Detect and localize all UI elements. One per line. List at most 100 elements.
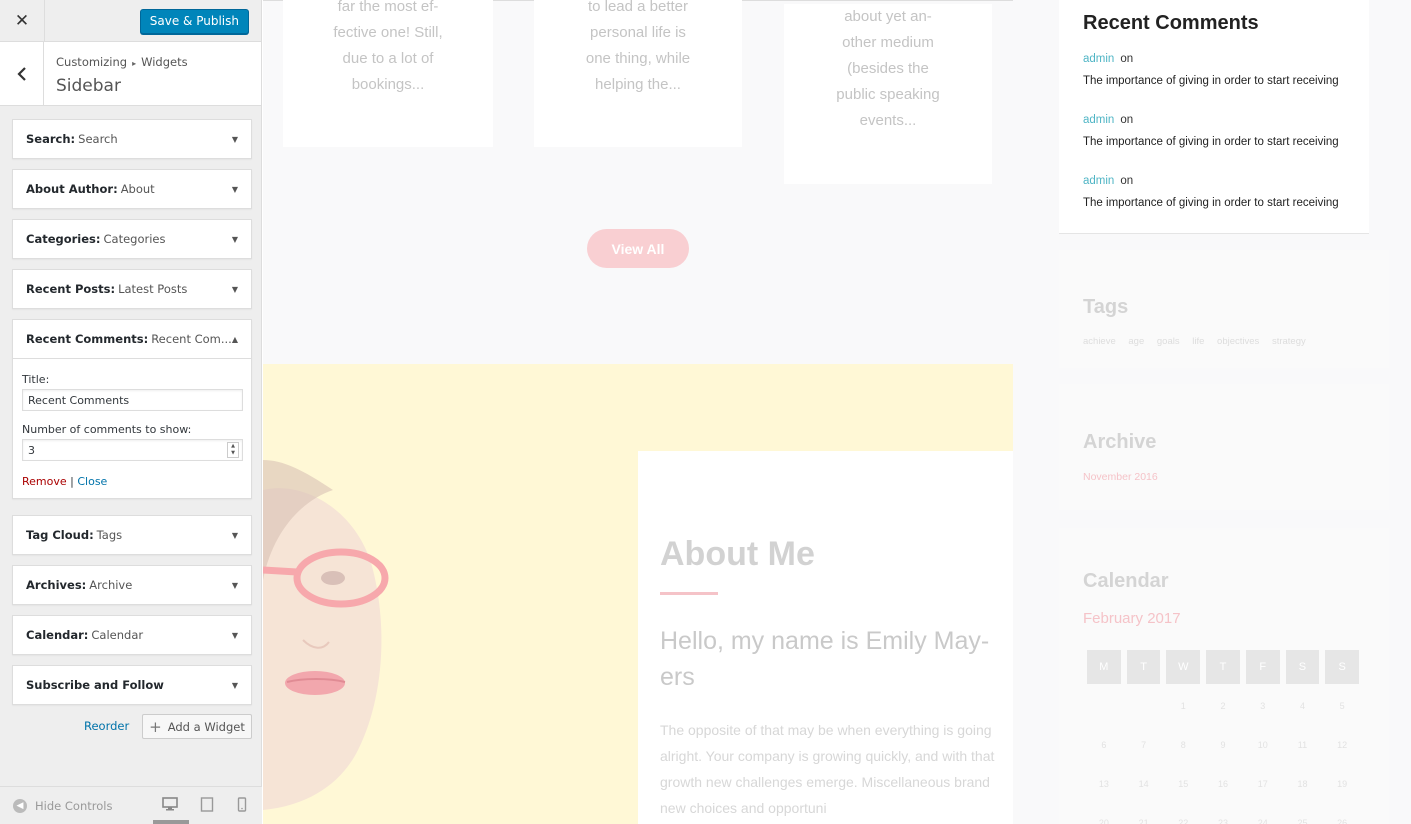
- calendar-week-row: 1 2 3 4 5: [1087, 689, 1359, 723]
- weekday-header: S: [1285, 650, 1320, 684]
- weekday-header: T: [1206, 650, 1240, 684]
- customizer-panel: ✕ Save & Publish Customizing ▸ Widgets Sid…: [0, 0, 262, 824]
- comment-item: admin on The importance of giving in orde…: [1083, 53, 1339, 87]
- widget-search[interactable]: Search: Search ▼: [12, 119, 252, 159]
- calendar-day: 1: [1180, 701, 1186, 711]
- expand-arrow-icon[interactable]: ▼: [232, 135, 238, 144]
- comment-post-link[interactable]: The importance of giving in order to sta…: [1083, 197, 1339, 209]
- remove-link[interactable]: Remove: [22, 475, 67, 488]
- view-all-button[interactable]: View All: [587, 229, 689, 268]
- calendar-day: 24: [1257, 818, 1268, 824]
- back-arrow-icon[interactable]: [0, 42, 44, 105]
- widget-subtitle: Search: [78, 132, 118, 146]
- widget-recent-comments[interactable]: Recent Comments: Recent Com... ▲ Title: Re…: [12, 319, 252, 499]
- customizer-footer: ◀ Hide Controls: [0, 786, 262, 824]
- expand-arrow-icon[interactable]: ▼: [232, 285, 238, 294]
- reorder-link[interactable]: Reorder: [84, 719, 129, 733]
- count-label: Number of comments to show:: [22, 423, 192, 436]
- calendar-day: [1087, 689, 1121, 723]
- save-publish-button[interactable]: Save & Publish: [139, 9, 249, 34]
- link-separator: |: [70, 475, 74, 488]
- widget-categories[interactable]: Categories: Categories ▼: [12, 219, 252, 259]
- mobile-icon[interactable]: [237, 797, 247, 812]
- widget-subscribe-follow[interactable]: Subscribe and Follow ▼: [12, 665, 252, 705]
- post-card[interactable]: to lead a better personal life is one th…: [534, 0, 742, 147]
- weekday-header: T: [1126, 650, 1161, 684]
- calendar-day: 12: [1337, 740, 1348, 750]
- widget-subtitle: Recent Com...: [151, 332, 232, 346]
- archive-title: Archive: [1083, 431, 1157, 453]
- comment-on: on: [1120, 114, 1134, 126]
- expand-arrow-icon[interactable]: ▼: [232, 681, 238, 690]
- expand-arrow-icon[interactable]: ▼: [232, 631, 238, 640]
- expand-arrow-icon[interactable]: ▼: [232, 531, 238, 540]
- title-underline: [660, 592, 718, 595]
- widget-subtitle: About: [120, 182, 155, 196]
- expand-arrow-icon[interactable]: ▼: [232, 235, 238, 244]
- tag-link[interactable]: strategy: [1272, 336, 1306, 347]
- desktop-icon[interactable]: [162, 797, 178, 811]
- tag-link[interactable]: achieve: [1083, 336, 1116, 347]
- spinner-arrows-icon[interactable]: ▲ ▼: [227, 442, 239, 458]
- widget-subtitle: Archive: [89, 578, 133, 592]
- card-excerpt-line: helping the...: [595, 76, 681, 93]
- calendar-day: 14: [1138, 779, 1149, 789]
- comment-author-link[interactable]: admin: [1083, 175, 1114, 187]
- comment-author-link[interactable]: admin: [1083, 114, 1114, 126]
- preview-main-column: far the most ef- fective one! Still, due…: [263, 0, 1013, 824]
- tag-link[interactable]: goals: [1157, 336, 1180, 347]
- expand-arrow-icon[interactable]: ▼: [232, 581, 238, 590]
- title-input[interactable]: Recent Comments: [22, 389, 243, 411]
- site-preview: far the most ef- fective one! Still, due…: [263, 0, 1411, 824]
- tag-link[interactable]: age: [1128, 336, 1144, 347]
- breadcrumb: Customizing ▸ Widgets: [56, 55, 188, 69]
- post-card[interactable]: far the most ef- fective one! Still, due…: [283, 0, 493, 147]
- widget-archives[interactable]: Archives: Archive ▼: [12, 565, 252, 605]
- hide-controls-button[interactable]: ◀ Hide Controls: [13, 799, 112, 813]
- calendar-day: 6: [1101, 740, 1107, 750]
- widget-title: Recent Comments: [26, 332, 144, 346]
- recent-comments-widget: Recent Comments admin on The importance o…: [1059, 0, 1369, 234]
- post-card[interactable]: about yet an- other medium (besides the …: [784, 4, 992, 184]
- widget-actions: Reorder + Add a Widget: [12, 714, 252, 739]
- calendar-week-row: 13 14 15 16 17 18 19: [1087, 767, 1359, 801]
- about-heading: Hello, my name is Emily May-ers: [660, 627, 990, 691]
- card-excerpt-line: public speaking: [836, 86, 940, 103]
- tablet-icon[interactable]: [200, 797, 214, 812]
- add-widget-label: Add a Widget: [167, 719, 245, 734]
- comment-author-link[interactable]: admin: [1083, 53, 1114, 65]
- customizer-header: ✕ Save & Publish: [0, 0, 261, 42]
- close-link[interactable]: Close: [77, 475, 107, 488]
- card-excerpt-line: due to a lot of: [342, 50, 434, 67]
- archive-link[interactable]: November 2016: [1083, 471, 1158, 483]
- portrait-image: [263, 460, 389, 810]
- collapse-arrow-icon[interactable]: ▲: [232, 335, 238, 344]
- calendar-day: 23: [1218, 818, 1229, 824]
- weekday-header: M: [1087, 650, 1121, 684]
- close-icon[interactable]: ✕: [0, 0, 45, 42]
- widget-calendar[interactable]: Calendar: Calendar ▼: [12, 615, 252, 655]
- card-excerpt-line: one thing, while: [585, 50, 691, 67]
- widget-recent-posts[interactable]: Recent Posts: Latest Posts ▼: [12, 269, 252, 309]
- comment-post-link[interactable]: The importance of giving in order to sta…: [1083, 136, 1339, 148]
- calendar-day: 18: [1297, 779, 1308, 789]
- comment-on: on: [1120, 53, 1134, 65]
- comment-count-stepper[interactable]: 3 ▲ ▼: [22, 439, 243, 461]
- calendar-day: 22: [1178, 818, 1189, 824]
- calendar-day: 19: [1337, 779, 1348, 789]
- add-widget-button[interactable]: + Add a Widget: [142, 714, 252, 739]
- widget-about-author[interactable]: About Author: About ▼: [12, 169, 252, 209]
- tag-link[interactable]: life: [1192, 336, 1204, 347]
- widget-title: About Author: [26, 182, 114, 196]
- widget-title: Archives: [26, 578, 82, 592]
- comment-item: admin on The importance of giving in orde…: [1083, 175, 1339, 209]
- tag-link[interactable]: objectives: [1217, 336, 1259, 347]
- card-excerpt-line: fective one! Still,: [333, 24, 443, 41]
- widget-tag-cloud[interactable]: Tag Cloud: Tags ▼: [12, 515, 252, 555]
- calendar-day: 16: [1218, 779, 1229, 789]
- calendar-day: [1127, 689, 1161, 723]
- calendar-month: February 2017: [1083, 610, 1181, 627]
- about-title: About Me: [660, 535, 815, 573]
- comment-post-link[interactable]: The importance of giving in order to sta…: [1083, 75, 1339, 87]
- expand-arrow-icon[interactable]: ▼: [232, 185, 238, 194]
